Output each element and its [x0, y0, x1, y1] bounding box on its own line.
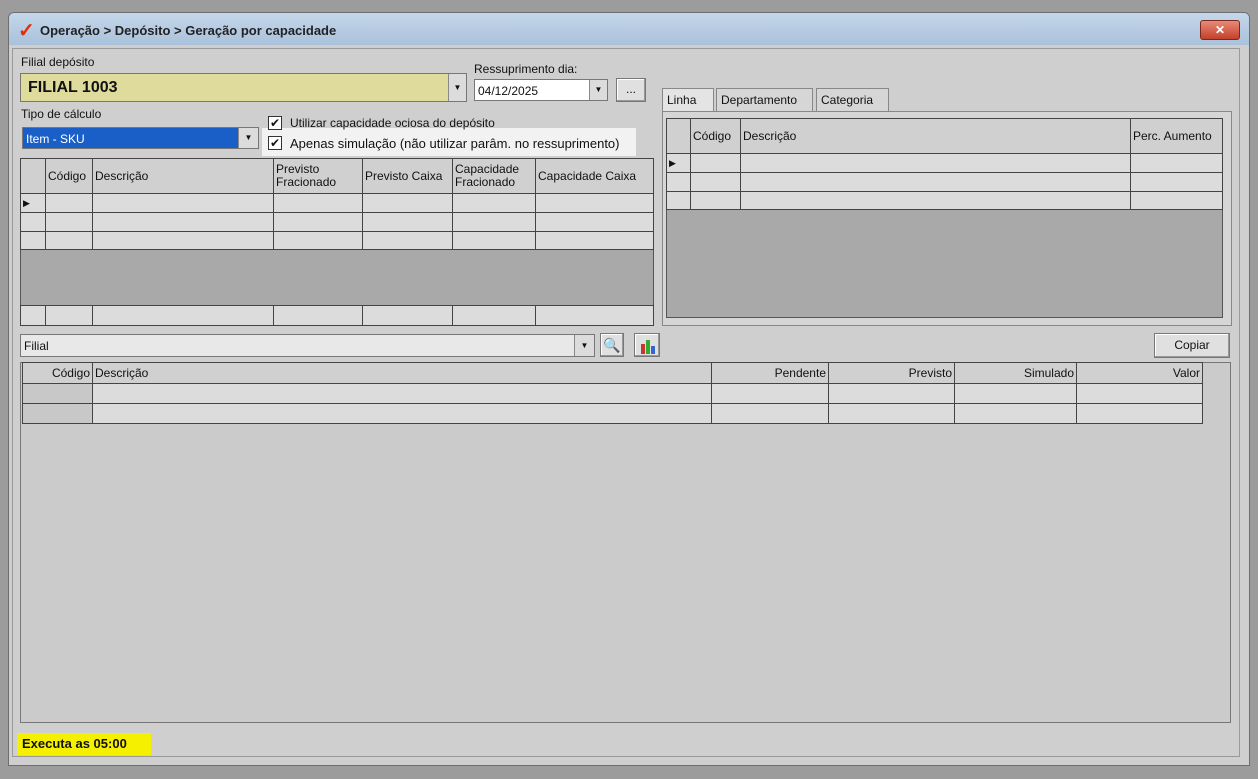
col-header[interactable]: Código — [45, 158, 93, 194]
col-header[interactable]: Capacidade Caixa — [535, 158, 654, 194]
filial-combo[interactable]: FILIAL 1003 ▼ — [20, 73, 467, 102]
table-row[interactable]: ▶ — [20, 193, 654, 213]
tab-departamento[interactable]: Departamento — [716, 88, 813, 112]
col-header[interactable]: Valor — [1076, 362, 1203, 384]
checkbox-apenas-simulacao[interactable]: ✔ — [268, 136, 282, 150]
table-row[interactable] — [22, 383, 1203, 404]
checkbox-label: Apenas simulação (não utilizar parâm. no… — [290, 136, 620, 151]
ressuprimento-label: Ressuprimento dia: — [474, 62, 578, 76]
col-header[interactable]: Código — [690, 118, 741, 154]
window-title: Operação > Depósito > Geração por capaci… — [40, 23, 337, 38]
date-ellipsis-button[interactable]: ... — [616, 78, 646, 102]
results-grid-table: Código Descrição Pendente Previsto Simulado V… — [22, 362, 1203, 424]
tab-linha[interactable]: Linha — [662, 88, 714, 112]
col-header[interactable]: Previsto Caixa — [362, 158, 453, 194]
chevron-down-icon[interactable]: ▼ — [589, 80, 607, 100]
close-button[interactable]: ✕ — [1200, 20, 1240, 40]
search-icon[interactable]: 🔍 — [600, 333, 624, 357]
tipo-value: Item - SKU — [26, 132, 85, 146]
chart-icon[interactable] — [634, 333, 660, 357]
table-row[interactable] — [22, 403, 1203, 424]
col-header[interactable]: Pendente — [711, 362, 829, 384]
tipo-combo[interactable]: Item - SKU ▼ — [22, 127, 259, 149]
filter-combo[interactable]: Filial ▼ — [20, 334, 595, 357]
col-header[interactable]: Código — [22, 362, 93, 384]
col-header[interactable]: Previsto — [828, 362, 955, 384]
col-header[interactable]: Capacidade Fracionado — [452, 158, 536, 194]
filial-value: FILIAL 1003 — [28, 79, 118, 96]
checkbox-capacidade-ociosa[interactable]: ✔ — [268, 116, 282, 130]
col-header[interactable]: Previsto Fracionado — [273, 158, 363, 194]
app-logo-icon: ✓ — [18, 20, 35, 42]
linha-grid-table: Código Descrição Perc. Aumento ▶ — [666, 118, 1223, 210]
date-value: 04/12/2025 — [478, 84, 539, 98]
chevron-down-icon[interactable]: ▼ — [574, 335, 594, 356]
table-row[interactable]: ▶ — [666, 153, 1223, 173]
table-row[interactable] — [20, 212, 654, 232]
filial-label: Filial depósito — [21, 55, 95, 69]
tipo-label: Tipo de cálculo — [21, 107, 102, 121]
chevron-down-icon[interactable]: ▼ — [238, 128, 258, 148]
col-header[interactable]: Descrição — [92, 158, 274, 194]
items-grid-table: Código Descrição Previsto Fracionado Previs… — [20, 158, 654, 250]
filter-value: Filial — [24, 339, 49, 353]
copiar-button[interactable]: Copiar — [1154, 333, 1230, 358]
col-header[interactable]: Descrição — [740, 118, 1131, 154]
tab-categoria[interactable]: Categoria — [816, 88, 889, 112]
checkbox-label: Utilizar capacidade ociosa do depósito — [290, 116, 495, 130]
table-row[interactable] — [666, 172, 1223, 192]
col-header[interactable]: Perc. Aumento — [1130, 118, 1223, 154]
chevron-down-icon[interactable]: ▼ — [448, 74, 466, 101]
table-row[interactable] — [20, 231, 654, 250]
col-header[interactable]: Descrição — [92, 362, 712, 384]
ressuprimento-date[interactable]: 04/12/2025 ▼ — [474, 79, 608, 101]
status-schedule: Executa as 05:00 — [17, 733, 151, 755]
table-row[interactable] — [666, 191, 1223, 210]
col-header[interactable]: Simulado — [954, 362, 1077, 384]
items-grid-footer — [20, 305, 654, 326]
